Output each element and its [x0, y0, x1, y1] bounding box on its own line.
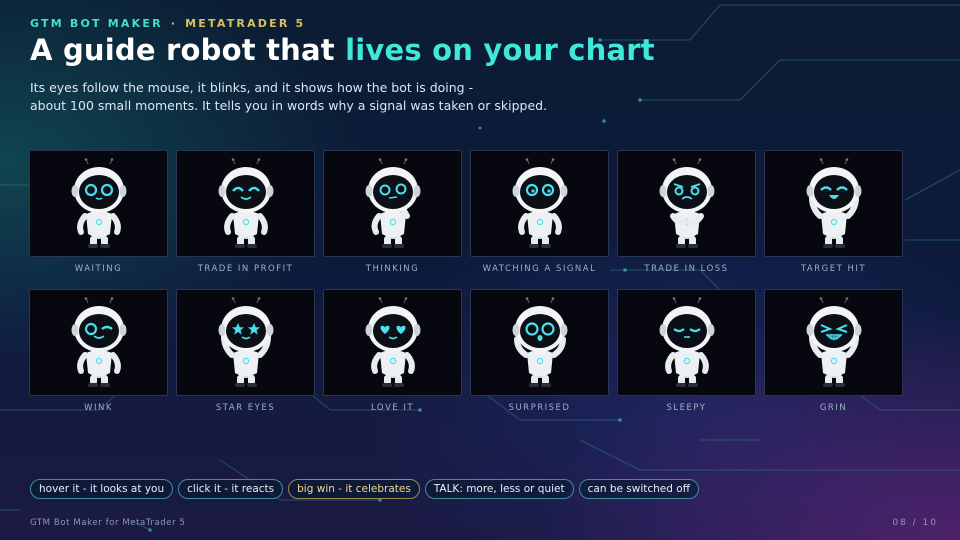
mood-card-sleepy: SLEEPY [617, 289, 756, 413]
mood-image [764, 150, 903, 257]
mood-label: WINK [84, 403, 113, 413]
feature-chip: big win - it celebrates [288, 479, 420, 499]
robot-icon [71, 296, 126, 387]
mood-label: TRADE IN LOSS [644, 264, 729, 274]
mood-image [176, 150, 315, 257]
mood-image [29, 150, 168, 257]
robot-icon [512, 157, 567, 248]
mood-label: GRIN [819, 403, 848, 413]
mood-image [470, 150, 609, 257]
robot-icon [365, 296, 420, 387]
mood-card-waiting: WAITING [29, 150, 168, 274]
robot-mood-grid: WAITING TRADE IN PROFIT THINKING WATCHIN… [29, 150, 904, 413]
mood-label: THINKING [365, 264, 420, 274]
mood-label: LOVE IT [370, 403, 415, 413]
mood-image [323, 150, 462, 257]
mood-card-star-eyes: STAR EYES [176, 289, 315, 413]
page-title: A guide robot that lives on your chart [30, 33, 655, 67]
robot-icon [806, 157, 861, 248]
mood-image [176, 289, 315, 396]
mood-image [764, 289, 903, 396]
mood-card-wink: WINK [29, 289, 168, 413]
feature-chips: hover it - it looks at you click it - it … [30, 479, 699, 499]
feature-chip: TALK: more, less or quiet [424, 479, 574, 499]
kicker-brand: GTM BOT MAKER [30, 17, 163, 30]
mood-label: STAR EYES [215, 403, 276, 413]
mood-image [323, 289, 462, 396]
mood-card-trade-in-profit: TRADE IN PROFIT [176, 150, 315, 274]
feature-chip: can be switched off [578, 479, 699, 499]
mood-card-watching-a-signal: WATCHING A SIGNAL [470, 150, 609, 274]
robot-icon [218, 157, 273, 248]
subtitle-line-1: Its eyes follow the mouse, it blinks, an… [30, 80, 474, 95]
mood-image [29, 289, 168, 396]
robot-icon [365, 157, 420, 248]
mood-card-grin: GRIN [764, 289, 903, 413]
mood-image [470, 289, 609, 396]
kicker-platform: METATRADER 5 [185, 17, 306, 30]
mood-label: TARGET HIT [800, 264, 867, 274]
robot-icon [71, 157, 126, 248]
feature-chip: click it - it reacts [178, 479, 284, 499]
title-accent: lives on your chart [345, 33, 655, 67]
mood-label: TRADE IN PROFIT [197, 264, 294, 274]
mood-card-target-hit: TARGET HIT [764, 150, 903, 274]
page-subtitle: Its eyes follow the mouse, it blinks, an… [30, 79, 547, 115]
feature-chip: hover it - it looks at you [30, 479, 174, 499]
kicker-separator: · [170, 17, 178, 30]
robot-icon [512, 296, 567, 387]
robot-icon [218, 296, 273, 387]
robot-icon [806, 296, 861, 387]
mood-card-love-it: LOVE IT [323, 289, 462, 413]
mood-image [617, 289, 756, 396]
kicker: GTM BOT MAKER · METATRADER 5 [30, 17, 305, 30]
mood-image [617, 150, 756, 257]
subtitle-line-2: about 100 small moments. It tells you in… [30, 98, 548, 113]
robot-icon [659, 296, 714, 387]
mood-label: SURPRISED [508, 403, 571, 413]
footer-product: GTM Bot Maker for MetaTrader 5 [30, 518, 186, 528]
mood-card-thinking: THINKING [323, 150, 462, 274]
mood-label: WAITING [74, 264, 123, 274]
mood-card-trade-in-loss: TRADE IN LOSS [617, 150, 756, 274]
mood-label: WATCHING A SIGNAL [482, 264, 597, 274]
title-plain: A guide robot that [30, 33, 346, 67]
robot-icon [659, 157, 714, 248]
mood-card-surprised: SURPRISED [470, 289, 609, 413]
mood-label: SLEEPY [666, 403, 707, 413]
page-number: 08 / 10 [892, 518, 938, 528]
